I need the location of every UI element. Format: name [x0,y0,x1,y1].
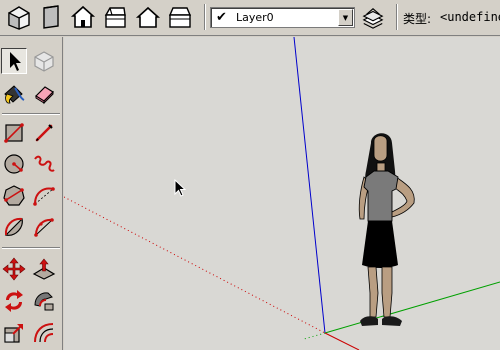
back-view-icon [135,6,161,28]
iso-view-icon [8,6,30,30]
person-figure [358,133,415,326]
back-view-button[interactable] [133,2,163,32]
toolbar-separator [396,4,398,30]
eraser-icon [35,86,54,105]
select-arrow-icon [10,52,21,71]
push-pull-tool-button[interactable] [31,256,57,282]
move-tool-button[interactable] [1,256,27,282]
pencil-line-icon [35,124,53,142]
current-layer-name: Layer0 [236,11,274,24]
front-view-button[interactable] [68,2,98,32]
rectangle-icon [4,123,24,143]
mouse-cursor-icon [174,179,187,197]
follow-me-icon [34,292,54,311]
right-view-button[interactable] [100,2,130,32]
move-icon [2,257,26,281]
pie-tool-button[interactable] [1,214,27,240]
top-view-icon [43,5,59,29]
green-axis-dotted [303,332,326,340]
paint-bucket-tool-button[interactable] [1,81,27,107]
polygon-icon [3,185,25,206]
red-axis-dotted [64,196,326,334]
offset-tool-button[interactable] [31,320,57,346]
entity-type-value[interactable]: <undefined [440,10,500,24]
drawing-tools-toolbar [0,37,63,350]
make-component-tool-button[interactable] [31,48,57,74]
front-view-icon [70,5,96,28]
left-view-icon [168,7,192,28]
chevron-down-icon[interactable]: ▼ [338,9,353,26]
arc-3pt-icon [34,218,54,237]
top-view-button[interactable] [36,2,66,32]
toolbar-separator [2,247,60,249]
circle-icon [4,154,24,174]
arc-icon [33,187,55,206]
rectangle-tool-button[interactable] [1,120,27,146]
scale-tool-button[interactable] [1,320,27,346]
select-tool-button[interactable] [1,48,27,74]
paint-bucket-icon [4,85,25,104]
toolbar-separator [204,4,206,30]
model-axes [64,37,500,350]
drawing-viewport[interactable] [64,37,500,350]
pie-icon [4,217,23,236]
three-point-arc-tool-button[interactable] [31,214,57,240]
follow-me-tool-button[interactable] [31,288,57,314]
line-tool-button[interactable] [31,120,57,146]
views-toolbar: ✔ Layer0 ▼ 类型: <undefined [0,0,500,36]
rotate-icon [5,290,23,312]
right-view-icon [104,7,126,28]
current-layer-check-icon: ✔ [216,10,227,25]
blue-axis [293,37,326,334]
push-pull-icon [32,258,56,280]
entity-type-label: 类型: [403,12,432,26]
scale-icon [4,324,23,343]
freehand-tool-button[interactable] [31,151,57,177]
iso-view-button[interactable] [4,2,34,32]
offset-icon [34,323,54,343]
polygon-tool-button[interactable] [1,183,27,209]
layer-select[interactable]: ✔ Layer0 ▼ [210,7,355,28]
freehand-icon [34,155,55,172]
layer-manager-icon [362,8,384,29]
eraser-tool-button[interactable] [31,81,57,107]
make-component-icon [34,51,54,72]
toolbar-separator [2,113,60,115]
arc-tool-button[interactable] [31,183,57,209]
circle-tool-button[interactable] [1,151,27,177]
left-view-button[interactable] [165,2,195,32]
layer-manager-button[interactable] [358,4,388,32]
rotate-tool-button[interactable] [1,288,27,314]
